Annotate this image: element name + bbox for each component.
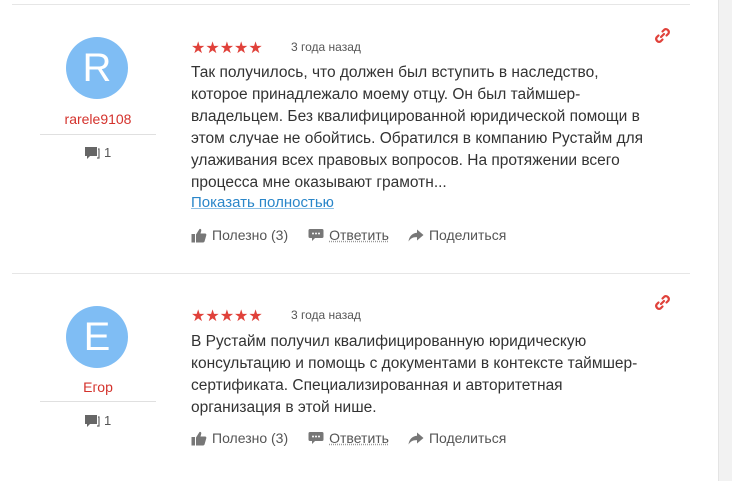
avatar[interactable]: Е xyxy=(66,306,128,368)
review-text-line: сертификата. Специализированная и автори… xyxy=(191,377,563,394)
review-text-line: В Рустайм получил квалифицированную юрид… xyxy=(191,333,587,350)
review-actions: Полезно (3) Ответить Поделиться xyxy=(191,227,506,243)
share-arrow-icon xyxy=(408,432,424,444)
user-review-count-value: 1 xyxy=(104,145,112,160)
review-text-line: консультацию и помощь с документами в ко… xyxy=(191,355,638,372)
review-text: В Рустайм получил квалифицированную юрид… xyxy=(191,331,661,419)
rating-stars-text: ★★★★★ xyxy=(191,306,263,325)
rating-stars: ★★★★★ xyxy=(191,40,263,56)
review-text-line: Так получилось, что должен был вступить … xyxy=(191,64,599,81)
user-review-count: 1 xyxy=(84,413,111,428)
review-divider xyxy=(12,273,690,274)
rating-stars: ★★★★★ xyxy=(191,308,263,324)
useful-label: Полезно (3) xyxy=(212,430,289,446)
permalink-icon[interactable] xyxy=(654,294,671,316)
chat-bubble-icon xyxy=(308,432,324,444)
reply-label: Ответить xyxy=(329,227,389,243)
username-link[interactable]: rarele9108 xyxy=(40,111,156,127)
useful-button[interactable]: Полезно (3) xyxy=(191,227,288,243)
show-more-link[interactable]: Показать полностью xyxy=(191,194,334,211)
rating-stars-text: ★★★★★ xyxy=(191,38,263,57)
reply-button[interactable]: Ответить xyxy=(308,227,389,243)
thumbs-up-icon xyxy=(191,228,207,242)
avatar[interactable]: R xyxy=(66,37,128,99)
share-button[interactable]: Поделиться xyxy=(408,430,506,446)
useful-label: Полезно (3) xyxy=(212,227,289,243)
review-text-line: этом случае не обойтись. Обратился в ком… xyxy=(191,130,644,147)
share-label: Поделиться xyxy=(428,430,507,446)
comment-icon xyxy=(85,146,100,159)
useful-button[interactable]: Полезно (3) xyxy=(191,430,288,446)
share-arrow-icon xyxy=(408,229,424,241)
reply-label: Ответить xyxy=(329,430,389,446)
username-link[interactable]: Егор xyxy=(40,379,156,395)
review-date: 3 года назад xyxy=(291,308,361,322)
review-text-line: владельцем. Без квалифицированной юридич… xyxy=(191,108,640,125)
permalink-icon[interactable] xyxy=(654,27,671,49)
thumbs-up-icon xyxy=(191,431,207,445)
review-text-line: организация в этой нише. xyxy=(191,399,377,416)
review-divider xyxy=(12,4,690,5)
user-review-count-value: 1 xyxy=(104,413,112,428)
user-review-count: 1 xyxy=(84,145,111,160)
comment-icon xyxy=(85,414,100,427)
review-date: 3 года назад xyxy=(291,40,361,54)
scrollbar-track[interactable] xyxy=(718,0,732,481)
review-actions: Полезно (3) Ответить Поделиться xyxy=(191,430,506,446)
share-button[interactable]: Поделиться xyxy=(408,227,506,243)
review-text-line: улаживания всех правовых вопросов. На пр… xyxy=(191,152,620,169)
review-text-line: процесса мне оказывают грамотн... xyxy=(191,174,447,191)
review-text-line: которое принадлежало моему отцу. Он был … xyxy=(191,86,581,103)
chat-bubble-icon xyxy=(308,229,324,241)
user-divider xyxy=(40,401,156,402)
share-label: Поделиться xyxy=(428,227,507,243)
user-divider xyxy=(40,134,156,135)
reply-button[interactable]: Ответить xyxy=(308,430,389,446)
review-text: Так получилось, что должен был вступить … xyxy=(191,62,661,194)
